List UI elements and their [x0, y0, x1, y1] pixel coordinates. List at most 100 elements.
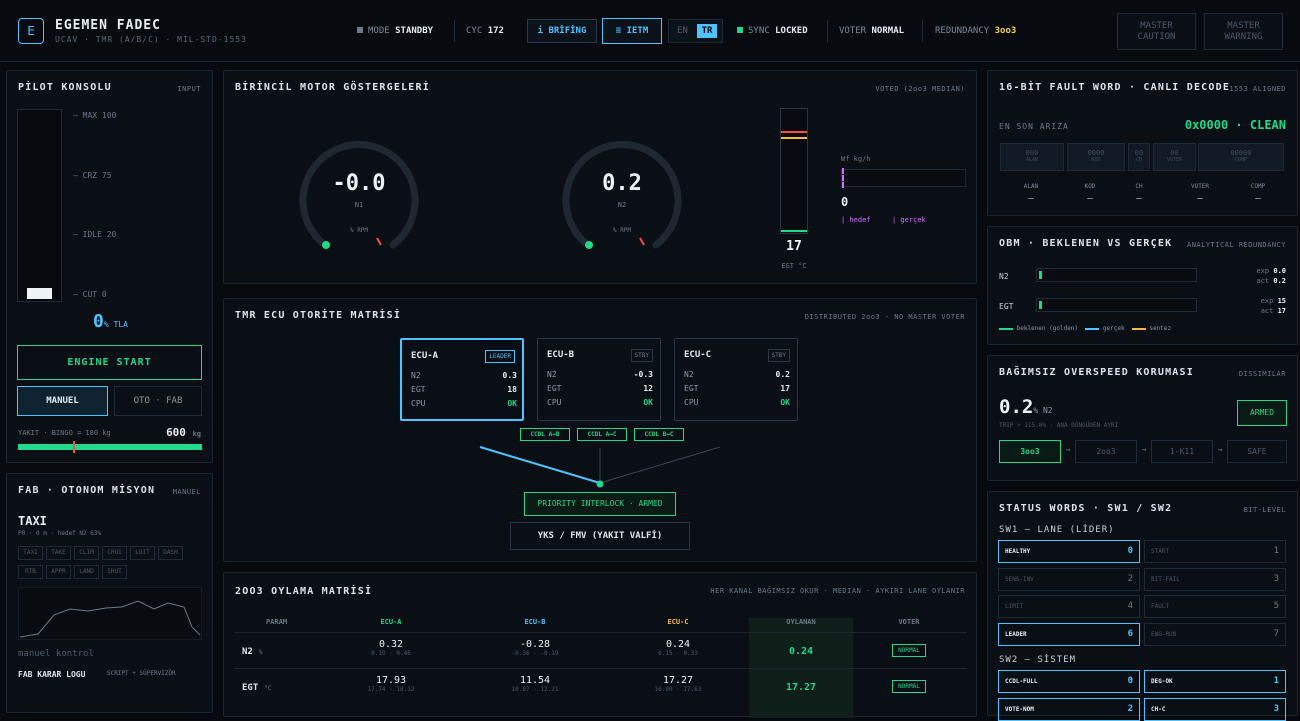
row-param: N2 % — [242, 647, 263, 657]
mission-phase-sub: P0 · 0 m · hedef N2 63% — [18, 530, 102, 537]
row-ecu-b: -0.28 -0.36 · -0.19 — [511, 639, 559, 657]
fault-field-value: – — [1028, 194, 1034, 204]
row-voted: 0.24 — [788, 646, 814, 657]
briefing-button[interactable]: i BRİFİNG — [527, 19, 597, 43]
tick-max: — MAX 100 — [73, 111, 117, 120]
row-ecu-c: 17.27 16.90 · 17.63 — [654, 675, 702, 693]
engine-gauges-panel: BİRİNCİL MOTOR GÖSTERGELERİ VOTED (2oo3 … — [223, 70, 977, 284]
ecu-card[interactable]: ECU-C STBY N2 0.2 EGT 17 CPU OK — [674, 338, 798, 421]
panel-tag: BIT-LEVEL — [1243, 506, 1286, 514]
status-bit: LEADER 6 — [998, 622, 1140, 646]
row-ecu-b: 11.54 10.87 · 12.21 — [511, 675, 559, 693]
ietm-button[interactable]: ≡ IETM — [602, 18, 662, 44]
chain-arrow-icon: → — [1141, 445, 1147, 454]
pilot-console-panel: PİLOT KONSOLU INPUT — MAX 100 — CRZ 75 —… — [6, 70, 213, 463]
col-voted: OYLANAN — [786, 618, 816, 626]
panel-title: PİLOT KONSOLU — [18, 82, 112, 93]
status-bit: ENG-RUN 7 — [1144, 622, 1286, 646]
sync-status: SYNC LOCKED — [737, 26, 808, 36]
overspeed-trip: TRIP > 115.0% · ANA DÖNGÜDEN AYRI — [999, 422, 1119, 429]
ecu-card[interactable]: ECU-B STBY N2 -0.3 EGT 12 CPU OK — [537, 338, 661, 421]
obm-n2-label: N2 — [999, 272, 1009, 281]
ecu-cpu-row: CPU OK — [411, 399, 517, 408]
phase-tag: SHUT — [102, 565, 127, 579]
ecu-role-badge: STBY — [767, 349, 790, 362]
sw2-label: SW2 — SİSTEM — [999, 655, 1077, 665]
last-fault-value: 0x0000 · CLEAN — [1184, 118, 1286, 132]
phase-tag: CRUI — [102, 546, 127, 560]
col-voter: VOTER — [898, 618, 920, 626]
status-bit: VOTE-NOM 2 — [998, 697, 1140, 721]
row-voted: 17.27 — [785, 682, 817, 693]
fault-bit-cell: 000 ALAN — [1000, 143, 1064, 171]
panel-title: STATUS WORDS · SW1 / SW2 — [999, 503, 1173, 514]
throttle-handle[interactable] — [27, 288, 52, 299]
panel-tag: 1553 ALIGNED — [1229, 85, 1286, 93]
auto-fab-button[interactable]: OTO · FAB — [114, 386, 202, 416]
ecu-n2-row: N2 0.3 — [411, 371, 517, 380]
status-bit: DEG-OK 1 — [1144, 670, 1286, 693]
redundancy-status: REDUNDANCY 3oo3 — [935, 26, 1017, 36]
phase-tag: LAND — [74, 565, 99, 579]
phase-tag: TAXI — [18, 546, 43, 560]
ecu-card[interactable]: ECU-A LEADER N2 0.3 EGT 18 CPU OK — [400, 338, 524, 421]
overspeed-panel: BAĞIMSIZ OVERSPEED KORUMASI DISSIMILAR 0… — [987, 355, 1298, 481]
row-ecu-c: 0.24 0.15 · 0.33 — [658, 639, 698, 657]
phase-tag: CLIM — [74, 546, 99, 560]
egt-bar — [780, 108, 808, 234]
cycle-counter: CYC 172 — [466, 26, 504, 36]
obm-egt-bar — [1036, 298, 1197, 312]
app-subtitle: UCAV · TMR (A/B/C) · MIL-STD-1553 — [55, 35, 247, 44]
ecu-egt-row: EGT 18 — [411, 385, 517, 394]
master-caution-button[interactable]: MASTER CAUTION — [1117, 13, 1196, 50]
bingo-marker — [73, 441, 75, 453]
fab-panel: FAB · OTONOM MİSYON MANUEL TAXI P0 · 0 m… — [6, 473, 213, 713]
egt-fill — [781, 230, 807, 232]
panel-tag: ANALYTICAL REDUNDANCY — [1186, 241, 1286, 249]
phase-tag: TAKE — [46, 546, 71, 560]
fault-field-label: ALAN — [1023, 183, 1039, 190]
ecu-name: ECU-A — [411, 351, 439, 361]
lang-tr[interactable]: TR — [697, 24, 717, 38]
status-bit: CCDL-FULL 0 — [998, 670, 1140, 693]
ecu-role-badge: STBY — [630, 349, 653, 362]
master-warning-button[interactable]: MASTER WARNING — [1204, 13, 1283, 50]
throttle-slider[interactable] — [17, 109, 62, 302]
col-ecu-b: ECU-B — [524, 618, 546, 626]
ecu-egt-row: EGT 17 — [684, 384, 790, 393]
panel-title: OBM · BEKLENEN VS GERÇEK — [999, 238, 1173, 249]
ecu-name: ECU-B — [547, 350, 575, 360]
wf-legend-actual: | gerçek — [892, 216, 926, 224]
obm-n2-values: exp 0.0 act 0.2 — [1256, 267, 1286, 285]
chain-arrow-icon: → — [1065, 445, 1071, 454]
app-title: EGEMEN FADEC — [55, 18, 161, 33]
ecu-n2-row: N2 0.2 — [684, 370, 790, 379]
panel-title: BİRİNCİL MOTOR GÖSTERGELERİ — [235, 82, 430, 93]
fab-log-title: FAB KARAR LOGU — [18, 670, 86, 679]
fault-field-value: – — [1197, 194, 1203, 204]
obm-n2-bar — [1036, 268, 1197, 282]
fault-field-value: – — [1087, 194, 1093, 204]
chain-2oo3: 2oo3 — [1075, 440, 1137, 463]
last-fault-label: EN SON ARIZA — [999, 122, 1069, 131]
voter-status: VOTER NORMAL — [839, 26, 905, 36]
engine-start-button[interactable]: ENGINE START — [17, 345, 202, 380]
row-param: EGT °C — [242, 683, 272, 693]
wf-marker — [842, 168, 844, 188]
egt-value: 17 — [786, 239, 802, 254]
panel-title: BAĞIMSIZ OVERSPEED KORUMASI — [999, 367, 1194, 378]
status-bit: CH-C 3 — [1144, 697, 1286, 721]
tla-readout: 0% TLA — [93, 311, 128, 332]
language-toggle[interactable]: EN TR — [668, 19, 723, 43]
obm-egt-values: exp 15 act 17 — [1260, 297, 1286, 315]
fuel-label: YAKIT · BINGO = 180 kg — [18, 429, 111, 437]
egt-label: EGT °C — [781, 262, 807, 270]
wf-value: 0 — [841, 195, 849, 209]
manual-mode-button[interactable]: MANUEL — [17, 386, 108, 416]
egt-limit-red — [781, 131, 807, 133]
row-ecu-a: 0.32 0.19 · 0.46 — [371, 639, 411, 657]
tick-cut: — CUT 0 — [73, 290, 107, 299]
lang-en[interactable]: EN — [677, 26, 688, 36]
panel-tag: VOTED (2oo3 MEDIAN) — [875, 85, 965, 93]
panel-tag: HER KANAL BAĞIMSIZ OKUR · MEDIAN · AYKIR… — [710, 587, 965, 595]
